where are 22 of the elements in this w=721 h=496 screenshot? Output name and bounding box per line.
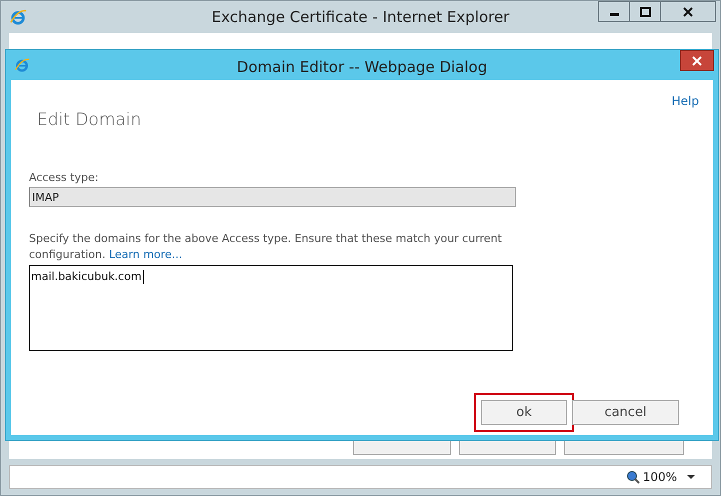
field-label: Access type: <box>29 171 100 184</box>
zoom-icon <box>626 470 640 484</box>
help-link[interactable]: Help <box>672 94 699 108</box>
close-button[interactable] <box>660 1 716 22</box>
browser-icon <box>14 57 30 73</box>
close-button[interactable] <box>680 50 714 71</box>
domains-field[interactable]: mail.bakicubuk.com <box>29 265 513 351</box>
maximize-icon <box>640 6 650 16</box>
minimize-icon <box>610 13 618 16</box>
window-title: Exchange Certificate - Internet Explorer <box>210 8 510 26</box>
ok-button[interactable]: ok <box>481 400 567 425</box>
cancel-button[interactable]: cancel <box>572 400 679 425</box>
description-text: Specify the domains for the above Access type. Ensure that these match your current configuration. Learn more... <box>29 231 503 263</box>
maximize-button[interactable] <box>629 1 661 22</box>
learn-more-link[interactable]: Learn more... <box>108 248 182 261</box>
browser-icon <box>9 8 27 26</box>
dialog-heading: Edit Domain <box>37 110 142 130</box>
dialog-title: Domain Editor -- Webpage Dialog <box>236 58 488 76</box>
minimize-button[interactable] <box>598 1 630 22</box>
close-icon <box>683 6 693 16</box>
zoom-button[interactable]: 100% <box>626 470 677 484</box>
close-icon <box>692 56 702 66</box>
